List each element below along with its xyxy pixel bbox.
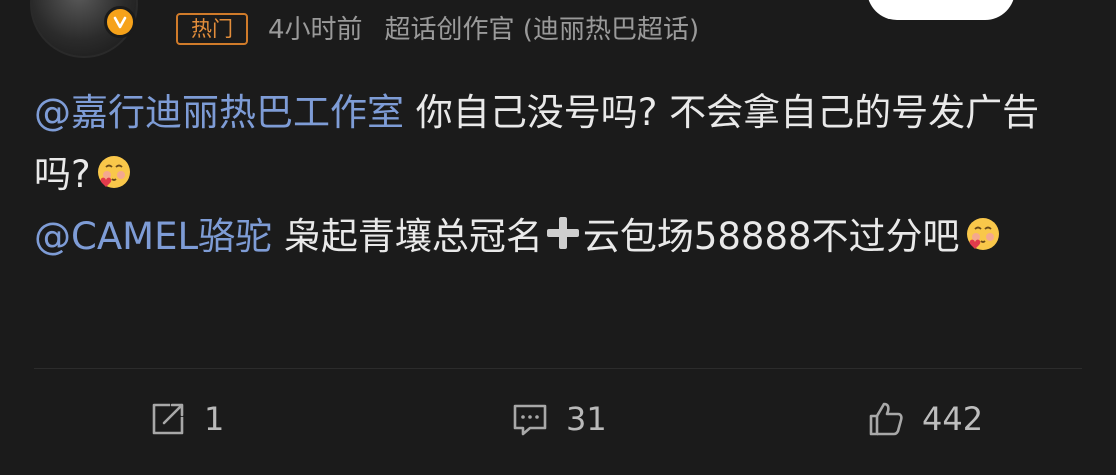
like-count: 442 (922, 400, 984, 438)
comment-button[interactable]: 31 (510, 394, 607, 444)
comment-icon (513, 404, 547, 436)
share-icon (152, 403, 184, 435)
hot-badge: 热门 (176, 13, 248, 45)
content-paragraph-2: @CAMEL骆驼 枭起青壤总冠名 云包场58888不过分吧 (34, 206, 1064, 268)
divider (34, 368, 1082, 369)
plus-emoji-icon (546, 217, 579, 249)
verified-v-icon (104, 6, 136, 38)
comment-count: 31 (566, 400, 607, 438)
post-time: 4小时前 (268, 15, 363, 45)
mention-link-camel[interactable]: @CAMEL骆驼 (34, 215, 272, 258)
mention-link-studio[interactable]: @嘉行迪丽热巴工作室 (34, 91, 404, 134)
blushing-heart-emoji-icon (97, 156, 130, 188)
follow-button[interactable] (867, 0, 1015, 20)
content-paragraph-1: @嘉行迪丽热巴工作室 你自己没号吗? 不会拿自己的号发广告吗? (34, 82, 1064, 206)
content-text-2a: 枭起青壤总冠名 (272, 215, 543, 258)
thumbs-up-icon (869, 402, 903, 436)
post-source[interactable]: 超话创作官 (迪丽热巴超话) (385, 15, 700, 45)
post-meta: 4小时前 超话创作官 (迪丽热巴超话) (268, 10, 699, 50)
like-button[interactable]: 442 (866, 394, 983, 444)
share-button[interactable]: 1 (148, 394, 224, 444)
avatar-hint: 9 (32, 32, 40, 46)
content-text-2b: 云包场58888不过分吧 (582, 215, 960, 258)
share-count: 1 (204, 400, 225, 438)
blushing-heart-emoji-icon (966, 218, 999, 250)
post-content: @嘉行迪丽热巴工作室 你自己没号吗? 不会拿自己的号发广告吗? @CAMEL骆驼… (34, 82, 1064, 268)
